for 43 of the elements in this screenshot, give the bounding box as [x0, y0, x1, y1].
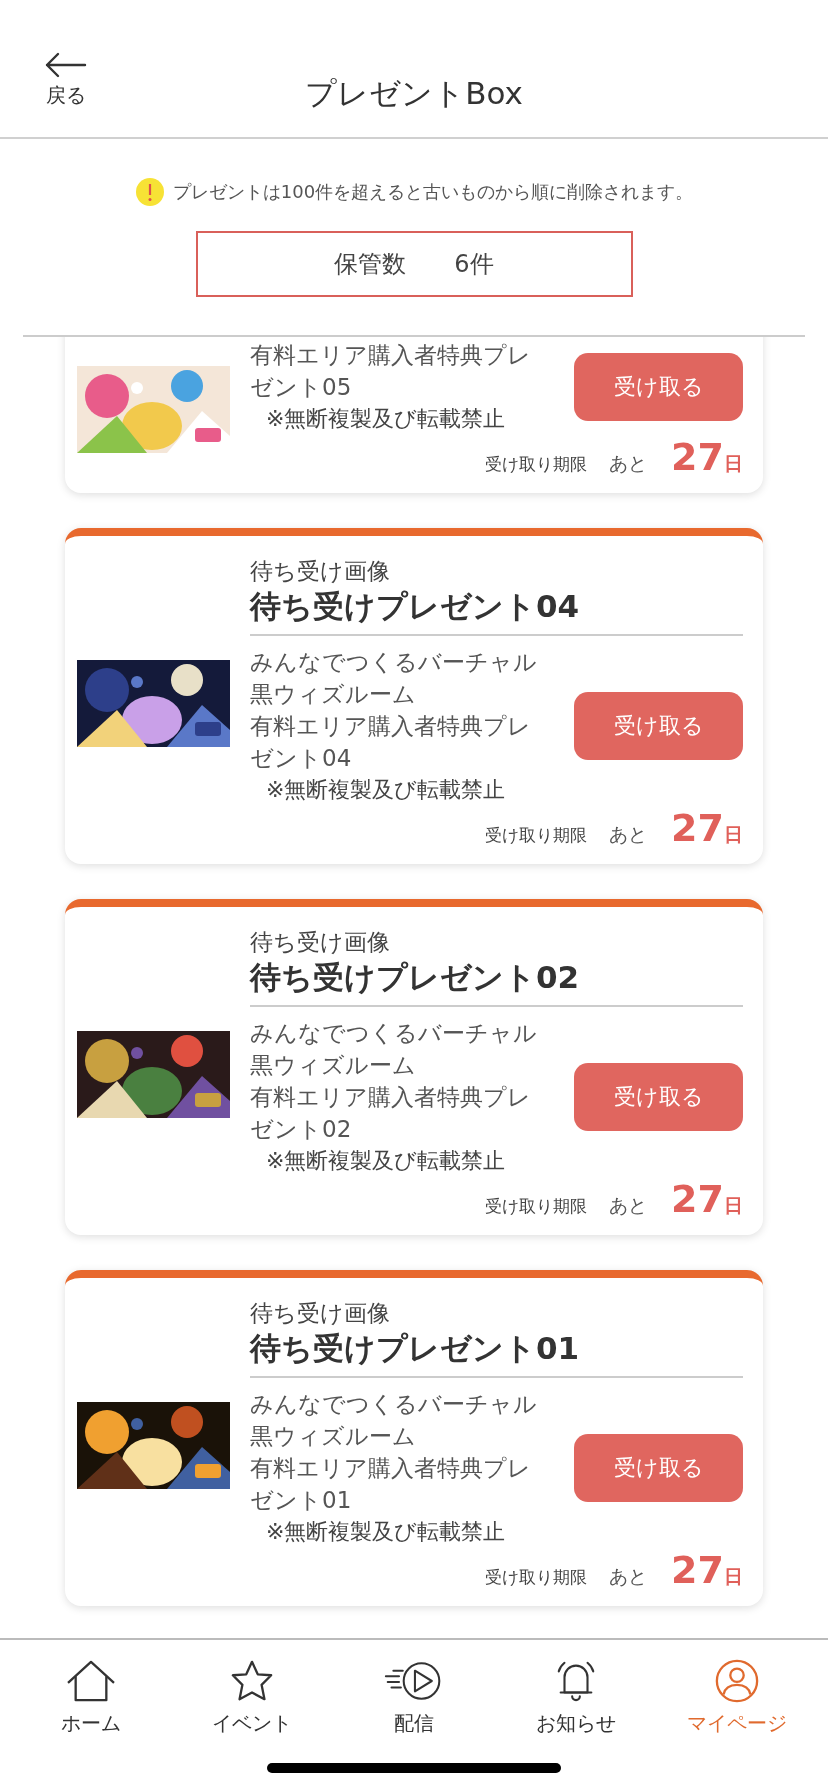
nav-tab[interactable]: イベント [182, 1658, 323, 1737]
remaining-days: 27 [671, 435, 724, 479]
present-title: 待ち受けプレゼント01 [250, 1329, 581, 1368]
present-title: 待ち受けプレゼント04 [250, 587, 581, 626]
remaining-label: あと [609, 1193, 648, 1218]
days-unit: 日 [724, 451, 743, 476]
expiry-label: 受け取り期限 [485, 1566, 588, 1589]
present-description: みんなでつくるバーチャル黒ウィズルーム [250, 1390, 538, 1451]
nav-tab[interactable]: ホーム [20, 1658, 161, 1737]
nav-tab[interactable]: お知らせ [505, 1658, 646, 1737]
days-unit: 日 [724, 1564, 743, 1589]
present-description: みんなでつくるバーチャル黒ウィズルーム [250, 648, 538, 709]
present-category: 待ち受け画像 [250, 1299, 391, 1328]
expiry-label: 受け取り期限 [485, 824, 588, 847]
present-description: みんなでつくるバーチャル黒ウィズルーム [250, 1019, 538, 1080]
remaining-label: あと [609, 822, 648, 847]
remaining-days: 27 [671, 1548, 724, 1592]
present-category: 待ち受け画像 [250, 928, 391, 957]
remaining-days: 27 [671, 1177, 724, 1221]
back-button[interactable]: 戻る [44, 52, 88, 109]
remaining-label: あと [609, 1564, 648, 1589]
present-description: 有料エリア購入者特典プレゼント01 [250, 1454, 532, 1515]
remaining-label: あと [609, 451, 648, 476]
present-description: 有料エリア購入者特典プレゼント05 [250, 341, 532, 402]
days-unit: 日 [724, 822, 743, 847]
copyright-note: ※無断複製及び転載禁止 [265, 405, 507, 433]
days-unit: 日 [724, 1193, 743, 1218]
copyright-note: ※無断複製及び転載禁止 [265, 1518, 507, 1546]
remaining-days: 27 [671, 806, 724, 850]
nav-tab[interactable]: 配信 [344, 1658, 484, 1737]
present-description: 有料エリア購入者特典プレゼント02 [250, 1083, 532, 1144]
storage-count: 6件 [454, 249, 494, 280]
copyright-note: ※無断複製及び転載禁止 [265, 776, 507, 804]
storage-label: 保管数 [334, 249, 407, 280]
warning-icon [134, 177, 165, 207]
copyright-note: ※無断複製及び転載禁止 [265, 1147, 507, 1175]
present-description: 有料エリア購入者特典プレゼント04 [250, 712, 532, 773]
expiry-label: 受け取り期限 [485, 453, 588, 476]
present-title: 待ち受けプレゼント02 [250, 958, 581, 997]
page-title: プレゼントBox [305, 73, 523, 113]
notice-text: プレゼントは100件を超えると古いものから順に削除されます。 [172, 180, 694, 204]
expiry-label: 受け取り期限 [485, 1195, 588, 1218]
present-category: 待ち受け画像 [250, 557, 391, 586]
